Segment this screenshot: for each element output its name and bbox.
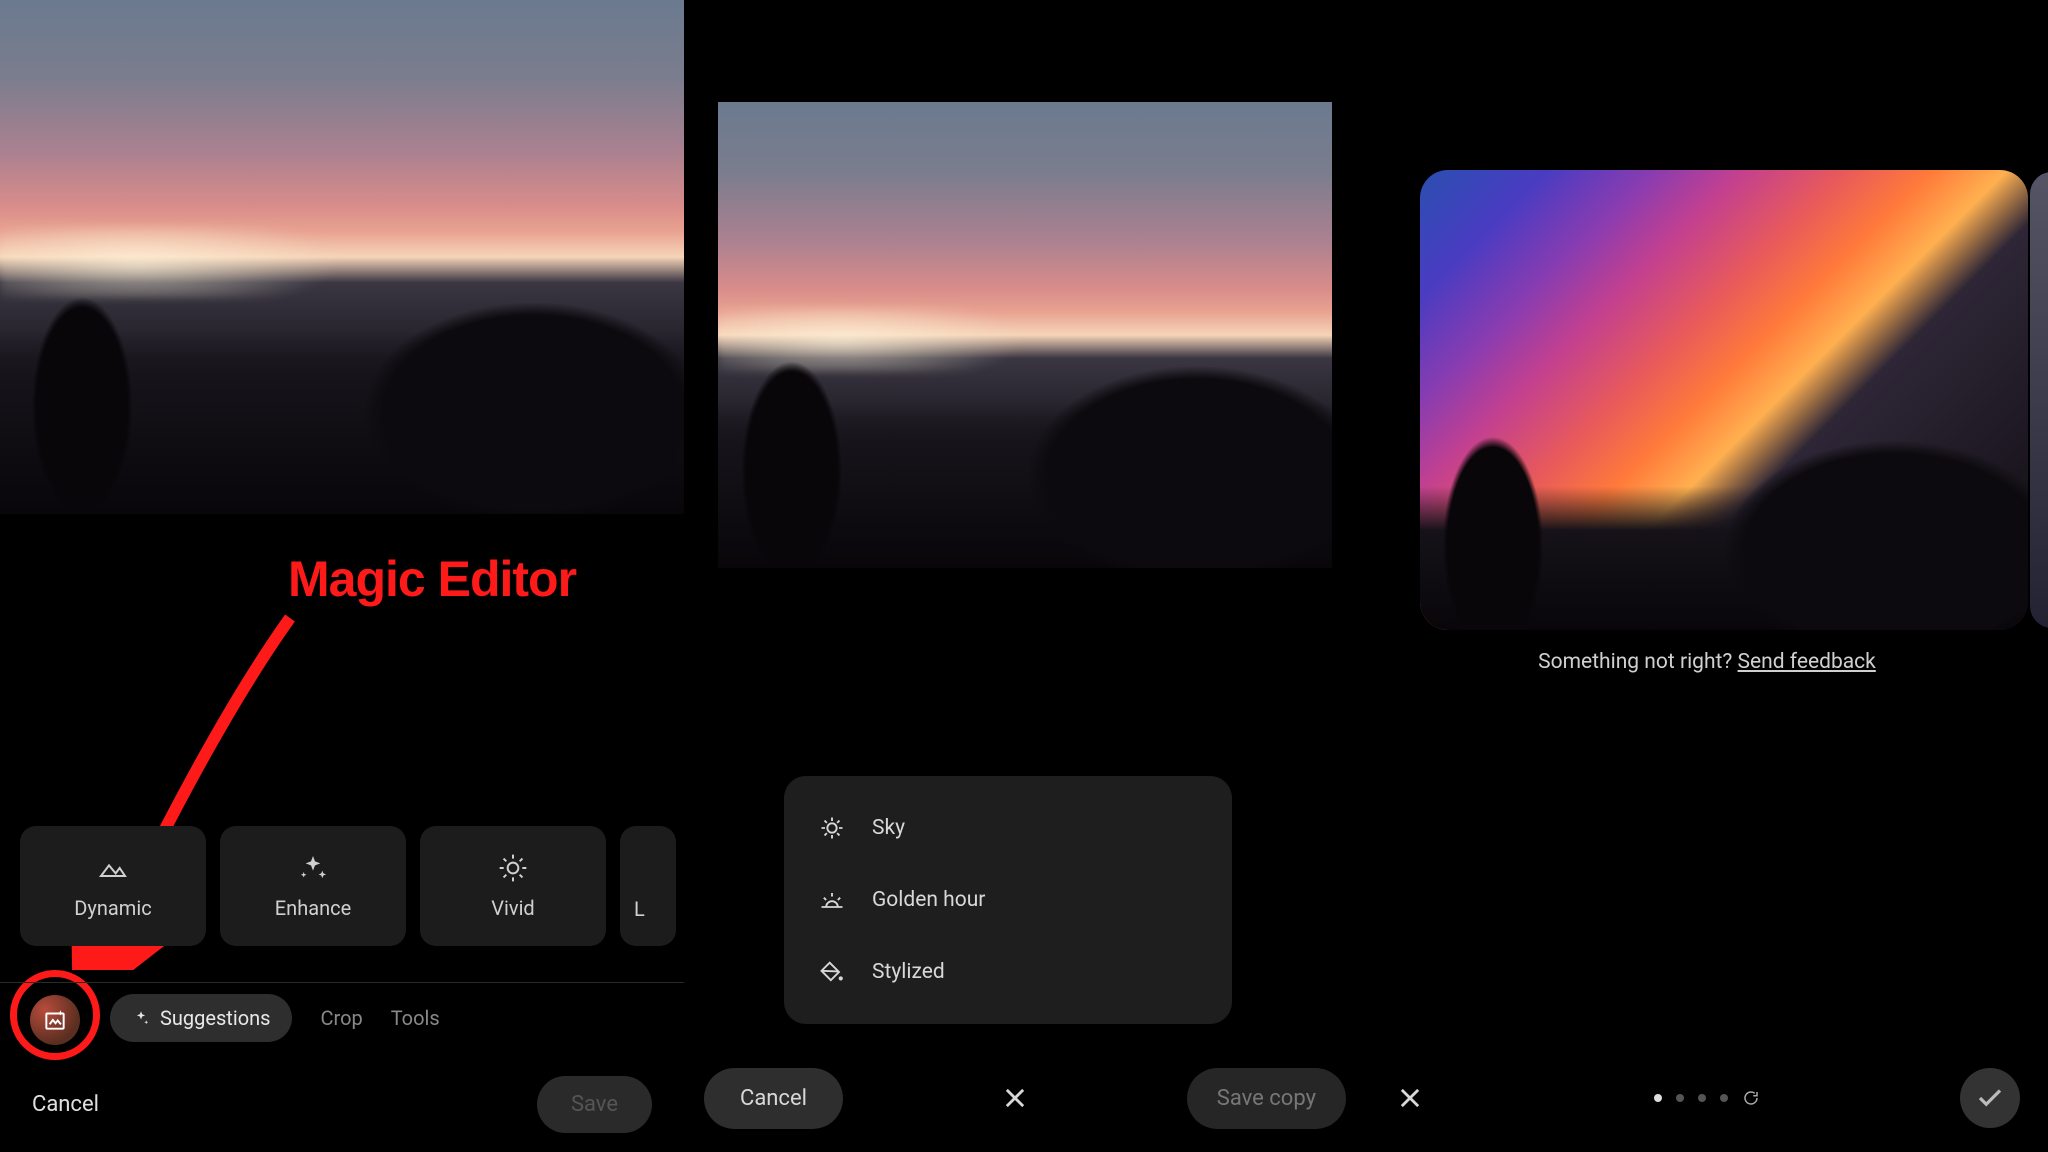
suggestion-dynamic[interactable]: Dynamic [20, 826, 206, 946]
bottom-bar: Cancel Save [0, 1074, 684, 1134]
menu-item-golden-hour[interactable]: Golden hour [784, 864, 1232, 936]
feedback-link[interactable]: Send feedback [1738, 650, 1876, 674]
menu-item-label: Stylized [872, 960, 945, 984]
annotation-label: Magic Editor [288, 550, 576, 608]
confirm-button[interactable] [1960, 1068, 2020, 1128]
bottom-bar [1366, 1062, 2048, 1134]
editor-panel-result: Something not right? Send feedback [1366, 0, 2048, 1152]
sun-rays-icon [818, 814, 846, 842]
save-copy-button[interactable]: Save copy [1187, 1068, 1346, 1129]
suggestion-label: Enhance [275, 896, 351, 920]
next-result-peek[interactable] [2030, 172, 2048, 628]
pager-dot[interactable] [1698, 1094, 1706, 1102]
suggestion-label: Vivid [491, 896, 534, 920]
editor-panel-suggestions: Magic Editor Dynamic Enhance [0, 0, 684, 1152]
menu-item-label: Sky [872, 816, 905, 840]
sun-icon [497, 852, 529, 884]
editor-panel-magic-menu: Sky Golden hour Stylized Cancel S [684, 0, 1366, 1152]
tab-tools[interactable]: Tools [391, 1006, 440, 1030]
pager-dot[interactable] [1720, 1094, 1728, 1102]
photo-preview[interactable] [0, 0, 684, 514]
menu-item-stylized[interactable]: Stylized [784, 936, 1232, 1008]
suggestion-enhance[interactable]: Enhance [220, 826, 406, 946]
feedback-text: Something not right? [1538, 650, 1737, 674]
tabs-row: Suggestions Crop Tools [0, 982, 684, 1052]
bottom-bar: Cancel Save copy [684, 1062, 1366, 1134]
close-icon [1001, 1084, 1029, 1112]
suggestion-partial[interactable]: L [620, 826, 676, 946]
pager-dot[interactable] [1676, 1094, 1684, 1102]
sparkle-icon [297, 852, 329, 884]
suggestion-vivid[interactable]: Vivid [420, 826, 606, 946]
paint-bucket-icon [818, 958, 846, 986]
horizon-icon [818, 886, 846, 914]
photo-preview[interactable] [718, 102, 1332, 568]
pager-dot[interactable] [1654, 1094, 1662, 1102]
magic-editor-menu: Sky Golden hour Stylized [784, 776, 1232, 1024]
cancel-button[interactable]: Cancel [32, 1092, 99, 1117]
menu-item-label: Golden hour [872, 888, 985, 912]
check-icon [1975, 1083, 2005, 1113]
landscape-icon [97, 852, 129, 884]
refresh-icon[interactable] [1742, 1089, 1760, 1107]
close-button[interactable] [1394, 1082, 1426, 1114]
suggestion-label: L [634, 897, 645, 921]
tab-suggestions[interactable]: Suggestions [110, 994, 292, 1042]
feedback-line: Something not right? Send feedback [1366, 650, 2048, 674]
result-preview[interactable] [1420, 170, 2028, 630]
magic-editor-button[interactable] [30, 995, 80, 1045]
close-icon [1396, 1084, 1424, 1112]
magic-editor-icon [42, 1007, 68, 1033]
suggestion-cards: Dynamic Enhance Vivid L [20, 826, 684, 952]
pager [1654, 1089, 1760, 1107]
menu-item-sky[interactable]: Sky [784, 792, 1232, 864]
suggestion-label: Dynamic [74, 896, 151, 920]
tab-crop[interactable]: Crop [320, 1006, 362, 1030]
close-button[interactable] [999, 1082, 1031, 1114]
tab-label: Suggestions [160, 1006, 270, 1030]
save-button[interactable]: Save [537, 1076, 652, 1133]
sparkle-icon [132, 1009, 150, 1027]
cancel-button[interactable]: Cancel [704, 1068, 843, 1129]
